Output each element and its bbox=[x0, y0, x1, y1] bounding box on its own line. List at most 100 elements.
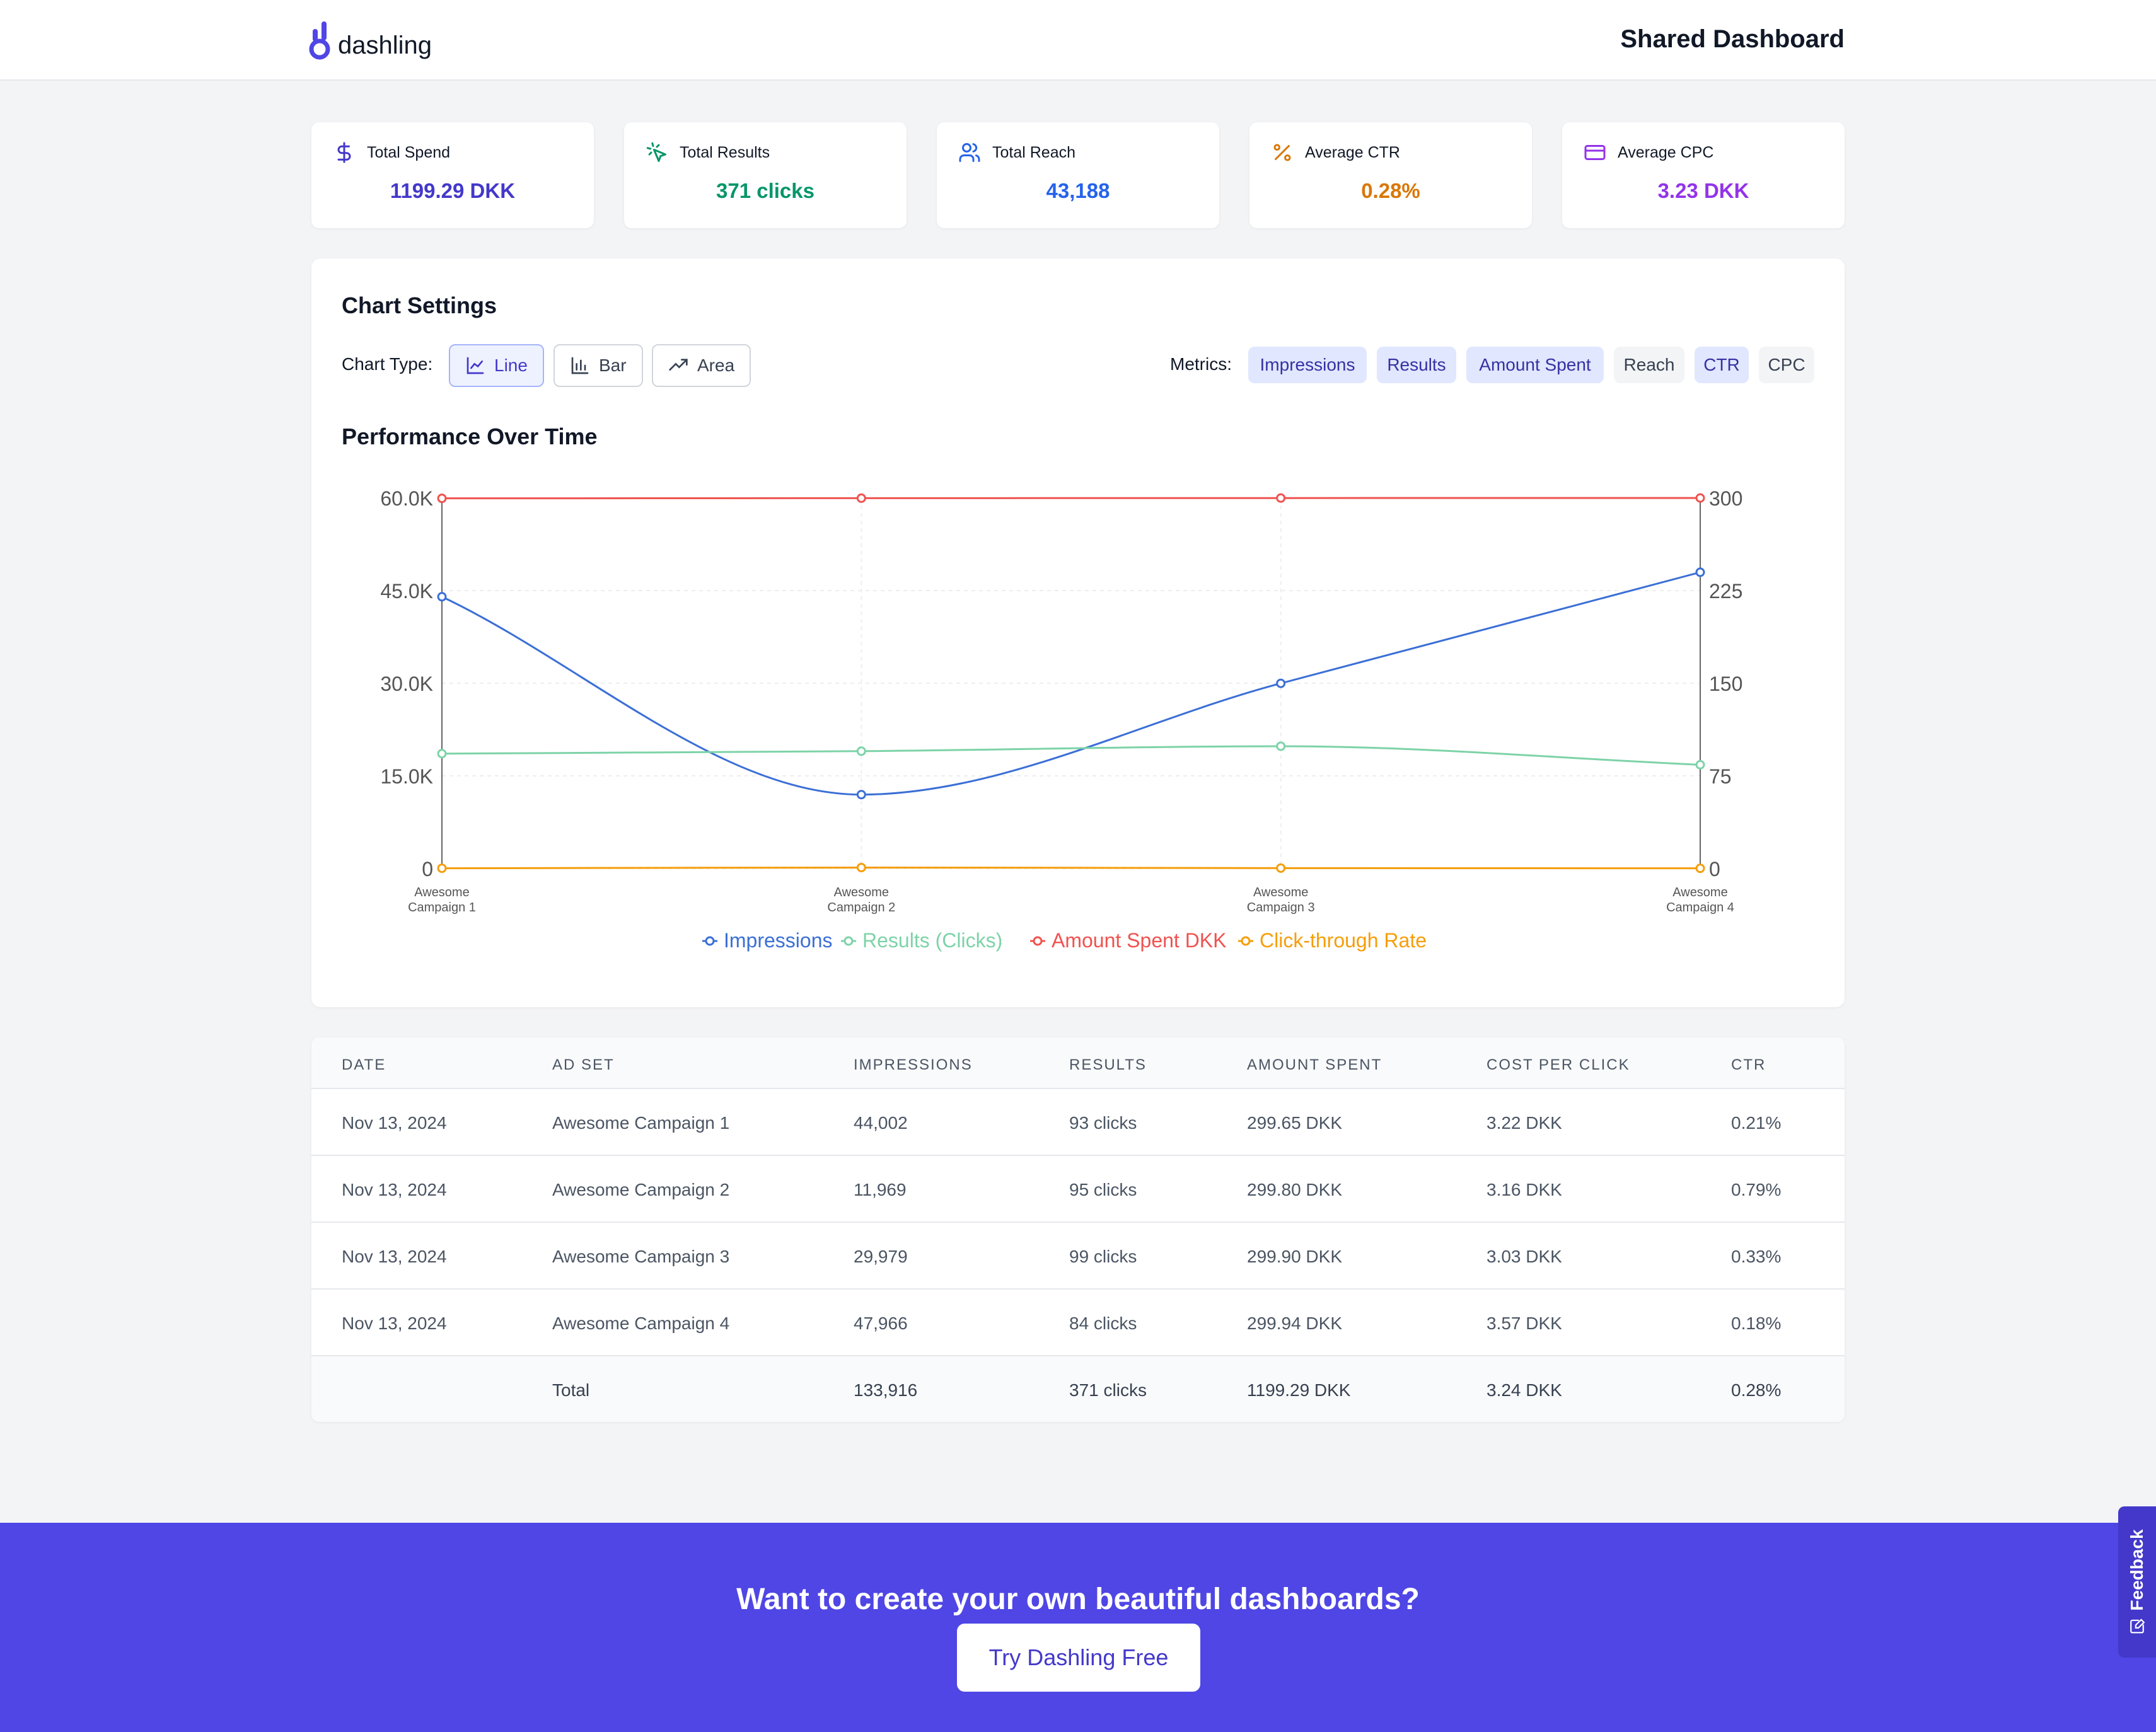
data-point-amount-spent-dkk bbox=[437, 494, 447, 504]
cell-ctr: 0.79% bbox=[1731, 1180, 1782, 1199]
stat-value: 371 clicks bbox=[716, 179, 814, 202]
cell-impressions: 29,979 bbox=[854, 1247, 908, 1266]
logo-text: dashling bbox=[338, 32, 432, 59]
cell-results: 93 clicks bbox=[1069, 1113, 1137, 1133]
column-header-cost-per-click: COST PER CLICK bbox=[1487, 1056, 1630, 1073]
cell-results: 371 clicks bbox=[1069, 1380, 1147, 1400]
y-left-tick-label: 60.0K bbox=[380, 487, 433, 510]
data-point-click-through-rate bbox=[856, 862, 866, 872]
percent-icon bbox=[1273, 144, 1291, 161]
table-header: DATE AD SET IMPRESSIONS RESULTS AMOUNT S… bbox=[311, 1037, 1845, 1089]
column-header-amount-spent: AMOUNT SPENT bbox=[1247, 1056, 1382, 1073]
column-header-results: RESULTS bbox=[1069, 1056, 1147, 1073]
stat-value: 0.28% bbox=[1361, 179, 1420, 202]
cell-cost-per-click: 3.03 DKK bbox=[1487, 1247, 1562, 1266]
data-point-impressions bbox=[1695, 567, 1705, 577]
legend-item: Amount Spent DKK bbox=[1052, 929, 1226, 952]
cell-impressions: 47,966 bbox=[854, 1313, 908, 1333]
cell-ad-set: Awesome Campaign 4 bbox=[552, 1313, 730, 1333]
stat-label: Average CTR bbox=[1305, 143, 1400, 161]
cell-ad-set: Awesome Campaign 2 bbox=[552, 1180, 730, 1199]
cell-ad-set: Awesome Campaign 3 bbox=[552, 1247, 730, 1266]
data-point-click-through-rate bbox=[1276, 863, 1286, 873]
users-icon bbox=[959, 143, 980, 162]
stat-label: Total Spend bbox=[367, 143, 451, 161]
try-dashling-button[interactable]: Try Dashling Free bbox=[957, 1624, 1200, 1692]
legend-marker-dot bbox=[1241, 936, 1251, 946]
cell-ctr: 0.21% bbox=[1731, 1113, 1782, 1133]
cell-results: 99 clicks bbox=[1069, 1247, 1137, 1266]
stat-card-total-reach: Total Reach 43,188 bbox=[937, 122, 1219, 228]
y-left-tick-label: 45.0K bbox=[380, 580, 433, 603]
table-total-row: Total 133,916 371 clicks 1199.29 DKK 3.24 DK… bbox=[311, 1356, 1845, 1422]
data-point-impressions bbox=[437, 592, 447, 602]
cell-amount-spent: 299.65 DKK bbox=[1247, 1113, 1342, 1133]
table-row: Nov 13, 2024 Awesome Campaign 1 44,002 93 c… bbox=[311, 1089, 1845, 1156]
stat-label: Total Results bbox=[680, 143, 770, 161]
stat-label: Total Reach bbox=[992, 143, 1076, 161]
performance-chart: 0 15.0K 30.0K 45.0K 60.0K 0 75 150 225 300 Awesome… bbox=[380, 487, 1742, 952]
credit-card-icon bbox=[1584, 145, 1606, 160]
table-row: Nov 13, 2024 Awesome Campaign 4 47,966 84 c… bbox=[311, 1290, 1845, 1356]
y-right-tick-label: 300 bbox=[1709, 487, 1742, 510]
series-line-click-through-rate bbox=[441, 866, 1701, 870]
column-header-impressions: IMPRESSIONS bbox=[854, 1056, 973, 1073]
logo[interactable]: dashling bbox=[309, 19, 432, 61]
legend-item: Impressions bbox=[724, 929, 833, 952]
cell-ad-set: Awesome Campaign 1 bbox=[552, 1113, 730, 1133]
y-right-tick-label: 150 bbox=[1709, 673, 1742, 695]
chart-panel: Chart Settings Chart Type: Line Bar Area… bbox=[311, 258, 1845, 1007]
dollar-icon bbox=[337, 142, 351, 163]
y-left-tick-label: 15.0K bbox=[380, 765, 433, 788]
campaign-table: DATE AD SET IMPRESSIONS RESULTS AMOUNT S… bbox=[311, 1037, 1845, 1422]
cell-date: Nov 13, 2024 bbox=[342, 1247, 447, 1266]
edit-icon bbox=[2130, 1619, 2145, 1634]
x-tick-label: Awesome Campaign 1 bbox=[408, 886, 476, 915]
cell-date: Nov 13, 2024 bbox=[342, 1313, 447, 1333]
series-line-results-clicks bbox=[441, 745, 1701, 766]
legend-item: Click-through Rate bbox=[1260, 929, 1427, 952]
data-point-amount-spent-dkk bbox=[1695, 493, 1705, 503]
data-point-impressions bbox=[1276, 678, 1286, 688]
column-header-date: DATE bbox=[342, 1056, 386, 1073]
column-header-ad-set: AD SET bbox=[552, 1056, 615, 1073]
stat-value: 1199.29 DKK bbox=[390, 179, 516, 202]
cursor-click-icon bbox=[646, 142, 666, 162]
cell-ctr: 0.28% bbox=[1731, 1380, 1782, 1400]
cta-title: Want to create your own beautiful dashbo… bbox=[736, 1583, 1420, 1616]
data-point-amount-spent-dkk bbox=[1276, 493, 1286, 503]
table-row: Nov 13, 2024 Awesome Campaign 3 29,979 99 c… bbox=[311, 1223, 1845, 1290]
cell-cost-per-click: 3.22 DKK bbox=[1487, 1113, 1562, 1133]
data-point-results-clicks bbox=[1695, 759, 1705, 770]
series-line-amount-spent-dkk bbox=[441, 497, 1701, 500]
cta-banner: Want to create your own beautiful dashbo… bbox=[0, 1523, 2156, 1732]
y-right-tick-label: 0 bbox=[1709, 858, 1720, 880]
legend-marker-dot bbox=[1033, 936, 1043, 946]
y-right-tick-label: 75 bbox=[1709, 765, 1732, 788]
page-title: Shared Dashboard bbox=[1620, 25, 1845, 53]
cell-date: Nov 13, 2024 bbox=[342, 1180, 447, 1199]
cell-ctr: 0.33% bbox=[1731, 1247, 1782, 1266]
stat-card-average-ctr: Average CTR 0.28% bbox=[1249, 122, 1532, 228]
stat-card-total-results: Total Results 371 clicks bbox=[624, 122, 907, 228]
stat-value: 43,188 bbox=[1046, 179, 1110, 202]
cell-amount-spent: 299.94 DKK bbox=[1247, 1313, 1342, 1333]
dashling-logo-icon bbox=[309, 21, 330, 60]
x-tick-label: Awesome Campaign 4 bbox=[1666, 886, 1734, 915]
legend-marker-dot bbox=[705, 936, 715, 946]
data-point-results-clicks bbox=[437, 749, 447, 759]
cell-cost-per-click: 3.24 DKK bbox=[1487, 1380, 1562, 1400]
stat-label: Average CPC bbox=[1618, 143, 1714, 161]
feedback-label: Feedback bbox=[2127, 1529, 2147, 1611]
cell-impressions: 133,916 bbox=[854, 1380, 918, 1400]
cell-impressions: 44,002 bbox=[854, 1113, 908, 1133]
stat-card-total-spend: Total Spend 1199.29 DKK bbox=[311, 122, 594, 228]
x-tick-label: Awesome Campaign 3 bbox=[1247, 886, 1315, 915]
legend-marker-dot bbox=[843, 936, 854, 946]
data-point-click-through-rate bbox=[437, 863, 447, 874]
x-tick-label: Awesome Campaign 2 bbox=[827, 886, 895, 915]
feedback-tab[interactable]: Feedback bbox=[2118, 1506, 2156, 1658]
data-point-click-through-rate bbox=[1695, 863, 1705, 874]
data-point-amount-spent-dkk bbox=[856, 493, 866, 503]
cell-ad-set: Total bbox=[552, 1380, 590, 1400]
